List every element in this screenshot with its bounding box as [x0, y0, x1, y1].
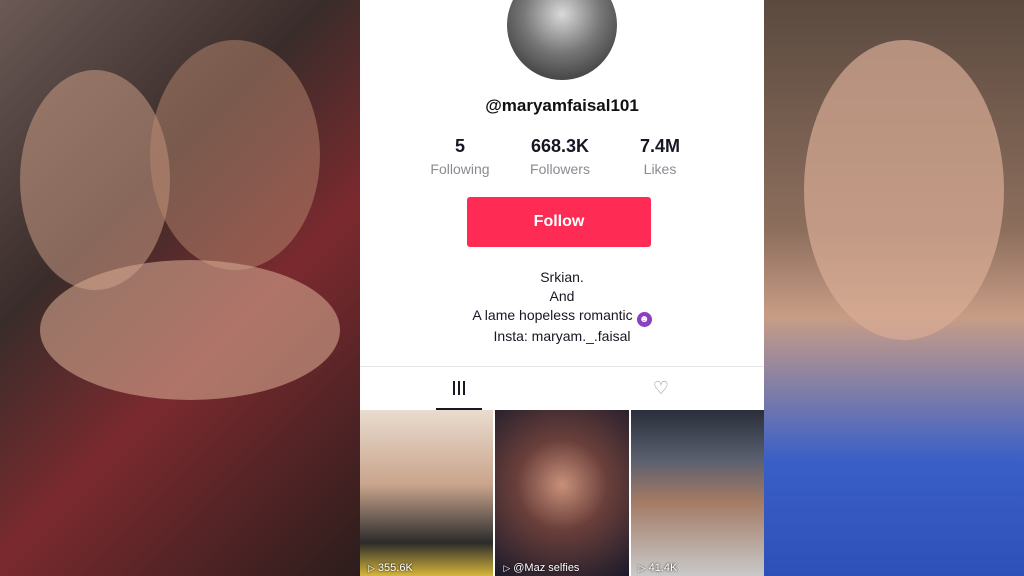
bio-line: A lame hopeless romantic [472, 307, 633, 323]
video-grid: ▷ 355.6K ▷ @Maz selfies ▷ 41.4K [360, 410, 764, 576]
tiktok-profile: @maryamfaisal101 5 Following 668.3K Foll… [360, 0, 764, 576]
photo-arm [40, 260, 340, 400]
profile-bio: Srkian. And A lame hopeless romantic ☻ In… [360, 268, 764, 346]
bio-line-with-emoji: A lame hopeless romantic ☻ [360, 306, 764, 327]
play-icon: ▷ [503, 563, 511, 573]
photo-figure-1 [20, 70, 170, 290]
view-count-text: @Maz selfies [513, 562, 580, 574]
avatar[interactable] [507, 0, 617, 80]
view-count-text: 355.6K [377, 562, 413, 574]
video-thumbnail[interactable]: ▷ @Maz selfies [495, 410, 629, 576]
tab-liked[interactable]: ♡ [638, 368, 684, 408]
profile-stats: 5 Following 668.3K Followers 7.4M Likes [410, 136, 710, 177]
bio-line: Insta: maryam._.faisal [493, 328, 631, 344]
stat-label: Followers [530, 161, 590, 177]
stat-value: 7.4M [639, 136, 681, 156]
video-thumbnail[interactable]: ▷ 41.4K [630, 410, 764, 576]
view-count: ▷ @Maz selfies [503, 562, 579, 574]
photo-face [804, 40, 1004, 340]
follow-button[interactable]: Follow [467, 197, 651, 247]
play-icon: ▷ [638, 563, 646, 573]
profile-username: @maryamfaisal101 [485, 96, 639, 115]
stat-following[interactable]: 5 Following [410, 136, 510, 177]
photo-figure-2 [150, 40, 320, 270]
view-count-text: 41.4K [648, 562, 678, 574]
view-count: ▷ 41.4K [639, 562, 678, 574]
right-photo [764, 0, 1024, 576]
play-icon: ▷ [368, 563, 375, 573]
stat-label: Following [430, 161, 490, 177]
heart-lock-icon: ♡ [652, 377, 670, 398]
stat-followers[interactable]: 668.3K Followers [510, 136, 610, 177]
tab-videos[interactable] [436, 368, 482, 410]
video-thumbnail[interactable]: ▷ 355.6K [360, 410, 494, 576]
devil-emoji-icon: ☻ [636, 312, 652, 327]
left-photo [0, 0, 360, 576]
stat-value: 5 [454, 136, 465, 156]
grid-icon [453, 381, 465, 395]
stat-value: 668.3K [530, 136, 590, 156]
view-count: ▷ 355.6K [368, 562, 413, 574]
stat-label: Likes [643, 161, 677, 177]
bio-line: Srkian. [540, 269, 584, 285]
tab-divider [360, 366, 764, 367]
stat-likes: 7.4M Likes [610, 136, 710, 177]
bio-line: And [549, 288, 575, 304]
